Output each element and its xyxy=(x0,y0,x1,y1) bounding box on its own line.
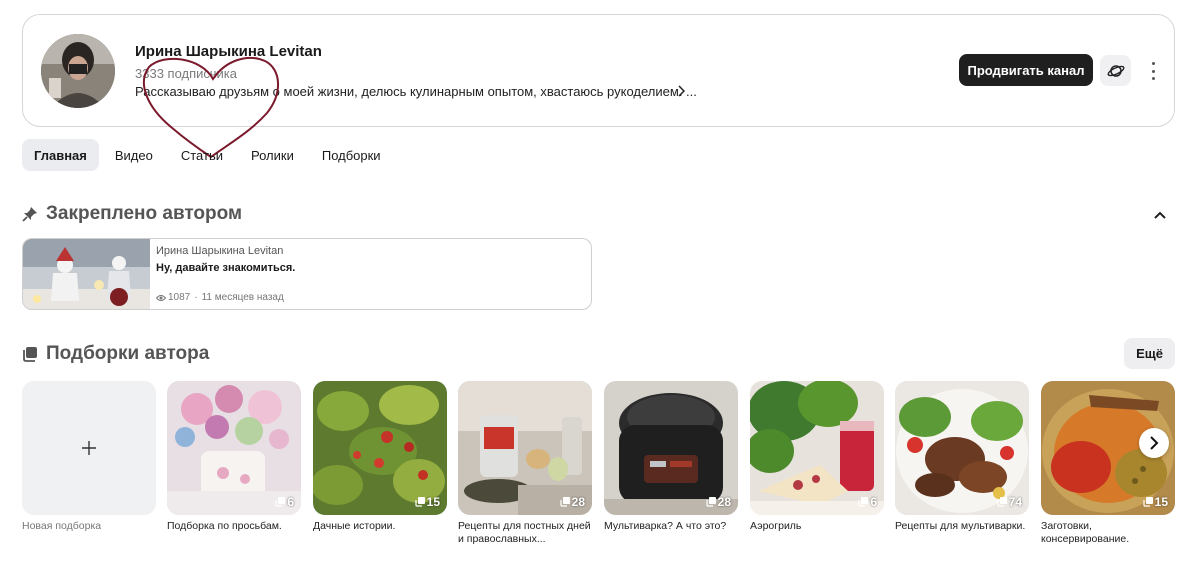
collection-cover[interactable]: 15 xyxy=(313,381,447,515)
stack-icon xyxy=(858,497,869,507)
tab-shorts[interactable]: Ролики xyxy=(239,139,306,171)
collection-count: 28 xyxy=(706,495,731,509)
stack-icon xyxy=(275,497,286,507)
collection-card[interactable]: 15 Дачные истории. xyxy=(313,381,447,533)
stack-icon xyxy=(1143,497,1153,507)
collection-count: 6 xyxy=(858,495,877,509)
collection-title[interactable]: Рецепты для мультиварки. xyxy=(895,520,1029,533)
channel-name[interactable]: Ирина Шарыкина Levitan xyxy=(135,43,322,60)
new-collection-tile[interactable] xyxy=(22,381,156,515)
stack-icon xyxy=(706,497,716,507)
collection-title[interactable]: Подборка по просьбам. xyxy=(167,520,301,533)
collection-cover[interactable]: 6 xyxy=(750,381,884,515)
chevron-up-icon[interactable] xyxy=(1152,208,1168,222)
pin-icon xyxy=(22,206,38,222)
pinned-article-card[interactable]: Ирина Шарыкина Levitan Ну, давайте знако… xyxy=(22,238,592,310)
collection-title[interactable]: Мультиварка? А что это? xyxy=(604,520,738,533)
collection-count: 6 xyxy=(275,495,294,509)
pinned-section-title: Закреплено автором xyxy=(22,203,242,225)
collection-card[interactable]: 74 Рецепты для мультиварки. xyxy=(895,381,1029,533)
collection-card[interactable]: 28 Рецепты для постных дней и православн… xyxy=(458,381,592,546)
tab-video[interactable]: Видео xyxy=(103,139,165,171)
channel-tabs: Главная Видео Статьи Ролики Подборки xyxy=(22,139,397,171)
channel-description[interactable]: Рассказываю друзьям о моей жизни, делюсь… xyxy=(135,84,697,99)
meta-separator: · xyxy=(194,292,198,303)
collections-icon xyxy=(22,346,38,362)
collection-count: 15 xyxy=(1143,495,1168,509)
collection-cover[interactable]: 74 xyxy=(895,381,1029,515)
stack-icon xyxy=(415,497,425,507)
tab-articles[interactable]: Статьи xyxy=(169,139,235,171)
pinned-article-thumbnail xyxy=(23,239,150,309)
collection-title[interactable]: Дачные истории. xyxy=(313,520,447,533)
chevron-right-icon[interactable] xyxy=(1139,428,1169,458)
collection-count: 15 xyxy=(415,495,440,509)
new-collection-label: Новая подборка xyxy=(22,520,102,532)
tab-collections[interactable]: Подборки xyxy=(310,139,393,171)
pinned-card-author: Ирина Шарыкина Levitan xyxy=(156,245,284,257)
pinned-card-title[interactable]: Ну, давайте знакомиться. xyxy=(156,262,295,274)
more-options-icon[interactable] xyxy=(1143,60,1163,82)
collection-count: 74 xyxy=(997,495,1022,509)
collection-cover[interactable]: 28 xyxy=(458,381,592,515)
collection-cover[interactable]: 28 xyxy=(604,381,738,515)
collection-title[interactable]: Заготовки, консервирование. xyxy=(1041,520,1175,546)
eye-icon xyxy=(156,294,166,302)
tab-main[interactable]: Главная xyxy=(22,139,99,171)
published-time: 11 месяцев назад xyxy=(201,292,284,303)
avatar[interactable] xyxy=(41,34,115,108)
collection-cover[interactable]: 6 xyxy=(167,381,301,515)
collections-section-title: Подборки автора xyxy=(22,343,209,365)
views-count: 1087 xyxy=(168,292,191,303)
promote-channel-button[interactable]: Продвигать канал xyxy=(959,54,1093,86)
collection-title[interactable]: Рецепты для постных дней и православных.… xyxy=(458,520,592,546)
channel-header: Ирина Шарыкина Levitan 3333 подписчика Р… xyxy=(22,14,1175,159)
pinned-card-meta: 1087 · 11 месяцев назад xyxy=(156,292,284,303)
collection-count: 28 xyxy=(560,495,585,509)
collection-card[interactable]: 15 Заготовки, консервирование. xyxy=(1041,381,1175,546)
new-collection-card[interactable]: Новая подборка xyxy=(22,381,156,533)
more-collections-button[interactable]: Ещё xyxy=(1124,338,1175,369)
planet-icon[interactable] xyxy=(1100,55,1131,86)
subscribers-count: 3333 подписчика xyxy=(135,66,237,81)
collection-card[interactable]: 28 Мультиварка? А что это? xyxy=(604,381,738,533)
stack-icon xyxy=(560,497,570,507)
collection-card[interactable]: 6 Подборка по просьбам. xyxy=(167,381,301,533)
collection-card[interactable]: 6 Аэрогриль xyxy=(750,381,884,533)
stack-icon xyxy=(997,497,1007,507)
plus-icon xyxy=(82,441,96,455)
chevron-right-icon[interactable] xyxy=(677,84,686,100)
collection-title[interactable]: Аэрогриль xyxy=(750,520,884,533)
